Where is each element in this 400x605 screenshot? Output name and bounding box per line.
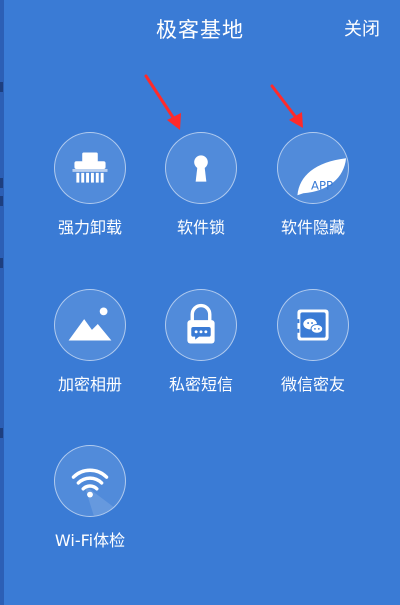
annotation-arrow-icon	[144, 74, 181, 130]
edge-mark	[0, 258, 3, 268]
tile-label: Wi-Fi体检	[54, 531, 126, 550]
shredder-icon	[54, 132, 126, 204]
photo-mountain-icon	[54, 289, 126, 361]
wifi-icon	[54, 445, 126, 517]
page-title: 极客基地	[156, 18, 244, 42]
close-button[interactable]: 关闭	[344, 15, 380, 41]
app-leaf-text: APP	[311, 178, 333, 192]
app-leaf-icon: APP	[277, 132, 349, 204]
keyhole-icon	[165, 132, 237, 204]
locked-message-icon	[165, 289, 237, 361]
wechat-safe-icon	[277, 289, 349, 361]
edge-mark	[0, 428, 3, 438]
tile-private-album[interactable]: 加密相册	[35, 289, 145, 395]
tile-label: 软件隐藏	[280, 218, 345, 237]
header-bar: 极客基地 关闭	[0, 0, 400, 58]
tile-label: 加密相册	[57, 375, 122, 394]
tile-label: 微信密友	[280, 375, 345, 394]
tile-app-lock[interactable]: 软件锁	[146, 132, 256, 238]
tile-label: 软件锁	[176, 218, 225, 237]
tile-force-uninstall[interactable]: 强力卸载	[35, 132, 145, 238]
tile-label: 私密短信	[168, 375, 233, 394]
edge-mark	[0, 196, 3, 206]
tile-label: 强力卸载	[57, 218, 122, 237]
tile-wifi-check[interactable]: Wi-Fi体检	[35, 445, 145, 551]
edge-mark	[0, 82, 3, 92]
geek-base-panel: 极客基地 关闭 强力卸载 软件锁 APP 软件隐藏 加密相册 私密短信 微信密友…	[0, 0, 400, 605]
tile-app-hide[interactable]: APP 软件隐藏	[258, 132, 368, 238]
annotation-arrow-icon	[270, 84, 303, 128]
tile-wechat-friends[interactable]: 微信密友	[258, 289, 368, 395]
tile-private-sms[interactable]: 私密短信	[146, 289, 256, 395]
edge-mark	[0, 178, 3, 188]
